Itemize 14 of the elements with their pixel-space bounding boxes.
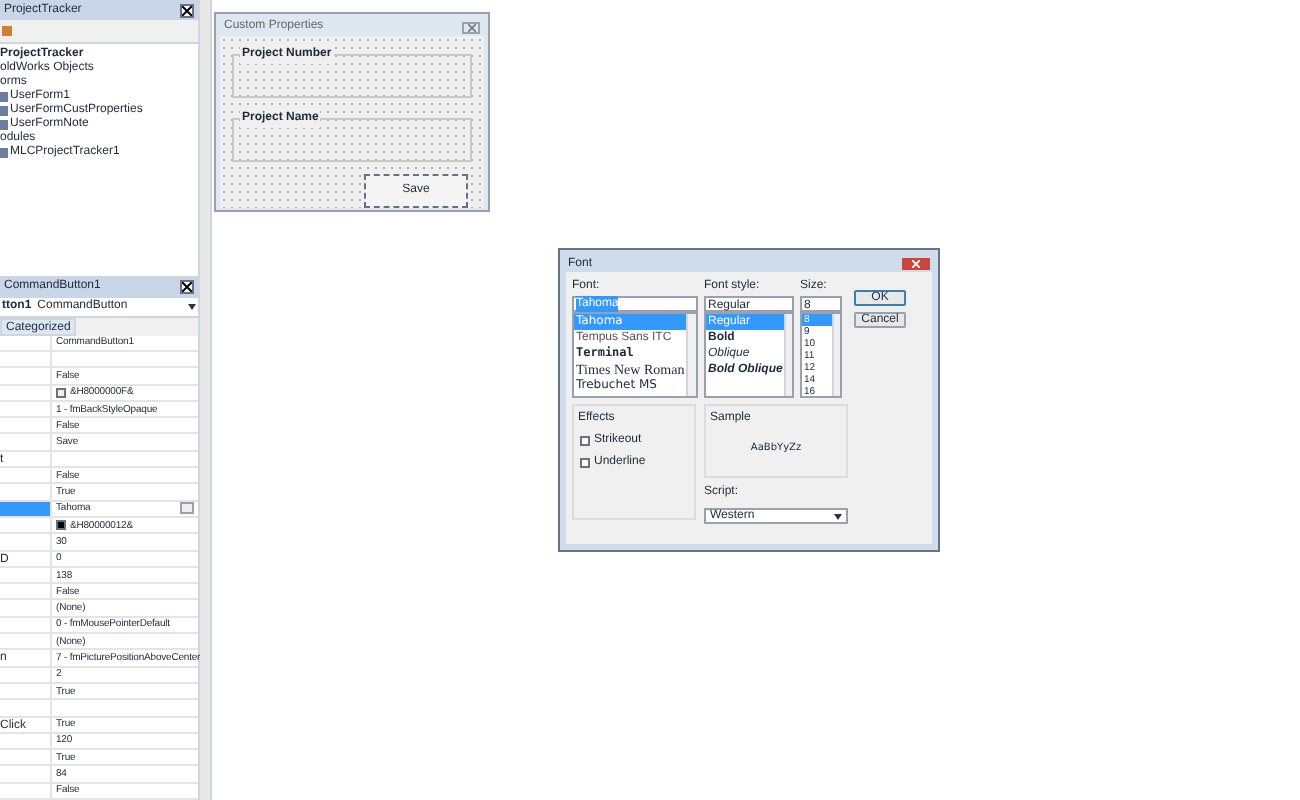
scrollbar[interactable]: [686, 314, 696, 396]
folder-icon[interactable]: [2, 26, 12, 36]
close-icon[interactable]: [180, 3, 194, 17]
checkbox[interactable]: [580, 458, 590, 468]
close-icon[interactable]: [180, 280, 194, 295]
scrollbar[interactable]: [784, 314, 792, 396]
checkbox[interactable]: [580, 436, 590, 446]
close-button[interactable]: [902, 258, 930, 270]
ellipsis-button[interactable]: [180, 502, 194, 515]
close-icon: [912, 260, 920, 268]
form-icon: [0, 148, 8, 158]
caret-icon: [188, 303, 196, 310]
caret-icon: [834, 513, 842, 519]
scrollbar[interactable]: [832, 314, 840, 396]
